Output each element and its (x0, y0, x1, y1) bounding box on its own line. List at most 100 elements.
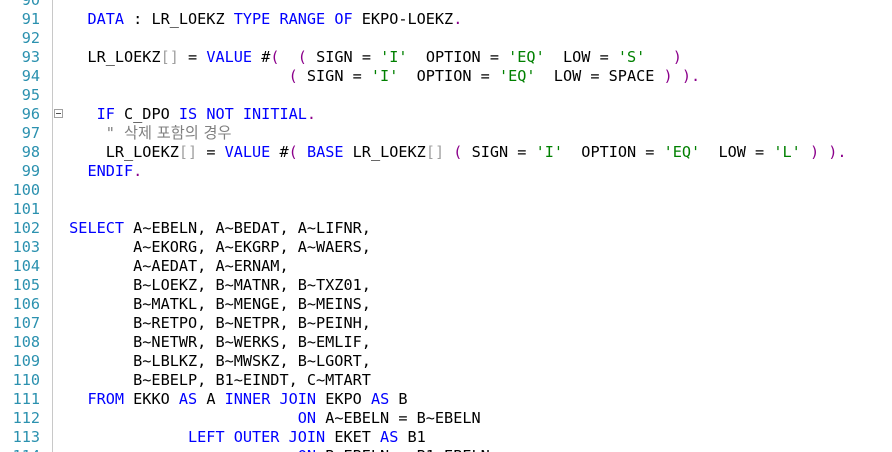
code-token: LOW = SPACE (535, 67, 664, 85)
code-line[interactable]: 94 ( SIGN = 'I' OPTION = 'EQ' LOW = SPAC… (0, 67, 892, 86)
code-token: A~EKORG, A~EKGRP, A~WAERS, (60, 238, 371, 256)
code-token: = (178, 48, 207, 66)
code-line[interactable]: 96 IF C_DPO IS NOT INITIAL. (0, 105, 892, 124)
code-line[interactable]: 106 B~MATKL, B~MENGE, B~MEINS, (0, 295, 892, 314)
code-token: [] (178, 143, 198, 161)
code-line[interactable]: 90 (0, 0, 892, 10)
code-text[interactable]: B~RETPO, B~NETPR, B~PEINH, (60, 314, 371, 333)
code-text[interactable]: DATA : LR_LOEKZ TYPE RANGE OF EKPO-LOEKZ… (60, 10, 462, 29)
code-text[interactable]: FROM EKKO AS A INNER JOIN EKPO AS B (60, 390, 407, 409)
code-token: A~EBELN = B~EBELN (316, 409, 481, 427)
code-line[interactable]: 105 B~LOEKZ, B~MATNR, B~TXZ01, (0, 276, 892, 295)
line-number: 108 (12, 333, 40, 351)
code-text[interactable]: ON A~EBELN = B~EBELN (60, 409, 481, 428)
code-line[interactable]: 97 " 삭제 포함의 경우 (0, 124, 892, 143)
code-text[interactable]: ( SIGN = 'I' OPTION = 'EQ' LOW = SPACE )… (60, 67, 701, 86)
code-token: EKKO (124, 390, 179, 408)
code-token: LOW = (700, 143, 774, 161)
code-token: OPTION = (563, 143, 664, 161)
code-line[interactable]: 104 A~AEDAT, A~ERNAM, (0, 257, 892, 276)
code-text[interactable]: LR_LOEKZ[] = VALUE #( BASE LR_LOEKZ[] ( … (60, 143, 847, 162)
code-text[interactable]: B~MATKL, B~MENGE, B~MEINS, (60, 295, 371, 314)
line-number: 104 (12, 257, 40, 275)
code-token: LR_LOEKZ (343, 143, 426, 161)
code-token: B~EBELP, B1~EINDT, C~MTART (60, 371, 371, 389)
code-token: A (197, 390, 225, 408)
code-text[interactable]: B~EBELP, B1~EINDT, C~MTART (60, 371, 371, 390)
line-number: 103 (12, 238, 40, 256)
code-token: ENDIF (87, 162, 134, 180)
code-text[interactable]: IF C_DPO IS NOT INITIAL. (60, 105, 316, 124)
code-text[interactable]: ENDIF. (60, 162, 142, 181)
code-token: ( (288, 143, 298, 161)
line-number: 97 (21, 124, 40, 142)
code-token: LR_LOEKZ (60, 48, 161, 66)
code-token: B~NETWR, B~WERKS, B~EMLIF, (60, 333, 371, 351)
code-text[interactable]: B~NETWR, B~WERKS, B~EMLIF, (60, 333, 371, 352)
code-text[interactable]: ON B~EBELN = B1~EBELN (60, 447, 490, 452)
code-token: DATA (87, 10, 125, 28)
code-token: [] (160, 48, 179, 66)
code-text[interactable]: SELECT A~EBELN, A~BEDAT, A~LIFNR, (60, 219, 371, 238)
code-line[interactable]: 93 LR_LOEKZ[] = VALUE #( ( SIGN = 'I' OP… (0, 48, 892, 67)
code-line[interactable]: 110 B~EBELP, B1~EINDT, C~MTART (0, 371, 892, 390)
code-token: : LR_LOEKZ (124, 10, 234, 28)
code-line[interactable]: 113 LEFT OUTER JOIN EKET AS B1 (0, 428, 892, 447)
code-text[interactable]: B~LBLKZ, B~MWSKZ, B~LGORT, (60, 352, 371, 371)
code-token: C_DPO (114, 105, 179, 123)
code-token: 'I' (380, 48, 408, 66)
code-text[interactable]: A~AEDAT, A~ERNAM, (60, 257, 288, 276)
code-token: 'I' (370, 67, 399, 85)
code-line[interactable]: 91 DATA : LR_LOEKZ TYPE RANGE OF EKPO-LO… (0, 10, 892, 29)
line-number: 100 (12, 181, 40, 199)
code-text[interactable]: LEFT OUTER JOIN EKET AS B1 (60, 428, 426, 447)
code-line[interactable]: 100 (0, 181, 892, 200)
code-text[interactable]: LR_LOEKZ[] = VALUE #( ( SIGN = 'I' OPTIO… (60, 48, 682, 67)
line-number: 92 (21, 29, 40, 47)
code-line[interactable]: 107 B~RETPO, B~NETPR, B~PEINH, (0, 314, 892, 333)
code-token: ( (270, 48, 280, 66)
line-number: 91 (21, 10, 40, 28)
code-token: IS NOT INITIAL (178, 105, 307, 123)
code-line[interactable]: 112 ON A~EBELN = B~EBELN (0, 409, 892, 428)
code-line[interactable]: 99 ENDIF. (0, 162, 892, 181)
code-line[interactable]: 103 A~EKORG, A~EKGRP, A~WAERS, (0, 238, 892, 257)
code-line[interactable]: 102 SELECT A~EBELN, A~BEDAT, A~LIFNR, (0, 219, 892, 238)
code-token: IF (96, 105, 115, 123)
code-token: B~EBELN = B1~EBELN (316, 447, 490, 452)
code-token: ) (672, 48, 682, 66)
code-token: TYPE RANGE OF (233, 10, 353, 28)
code-token: SIGN = (462, 143, 536, 161)
line-number: 110 (12, 371, 40, 389)
code-text[interactable]: " 삭제 포함의 경우 (60, 124, 232, 143)
code-token: B1 (398, 428, 426, 446)
code-line[interactable]: 109 B~LBLKZ, B~MWSKZ, B~LGORT, (0, 352, 892, 371)
code-editor[interactable]: 90 91 DATA : LR_LOEKZ TYPE RANGE OF EKPO-… (0, 0, 892, 452)
line-number: 109 (12, 352, 40, 370)
code-token: ON (298, 447, 316, 452)
line-number: 95 (21, 86, 40, 104)
code-line[interactable]: 114 ON B~EBELN = B1~EBELN (0, 447, 892, 452)
code-token: 'EQ' (508, 48, 545, 66)
code-line[interactable]: 108 B~NETWR, B~WERKS, B~EMLIF, (0, 333, 892, 352)
code-text[interactable]: B~LOEKZ, B~MATNR, B~TXZ01, (60, 276, 371, 295)
code-line[interactable]: 95 (0, 86, 892, 105)
code-token: ( (297, 48, 307, 66)
code-line[interactable]: 98 LR_LOEKZ[] = VALUE #( BASE LR_LOEKZ[]… (0, 143, 892, 162)
line-number: 98 (21, 143, 40, 161)
code-token: A~EBELN, A~BEDAT, A~LIFNR, (124, 219, 371, 237)
code-line[interactable]: 101 (0, 200, 892, 219)
code-line[interactable]: 92 (0, 29, 892, 48)
code-token: BASE (306, 143, 344, 161)
code-token: ) (809, 143, 820, 161)
code-line[interactable]: 111 FROM EKKO AS A INNER JOIN EKPO AS B (0, 390, 892, 409)
code-token: VALUE (224, 143, 271, 161)
code-text[interactable]: A~EKORG, A~EKGRP, A~WAERS, (60, 238, 371, 257)
